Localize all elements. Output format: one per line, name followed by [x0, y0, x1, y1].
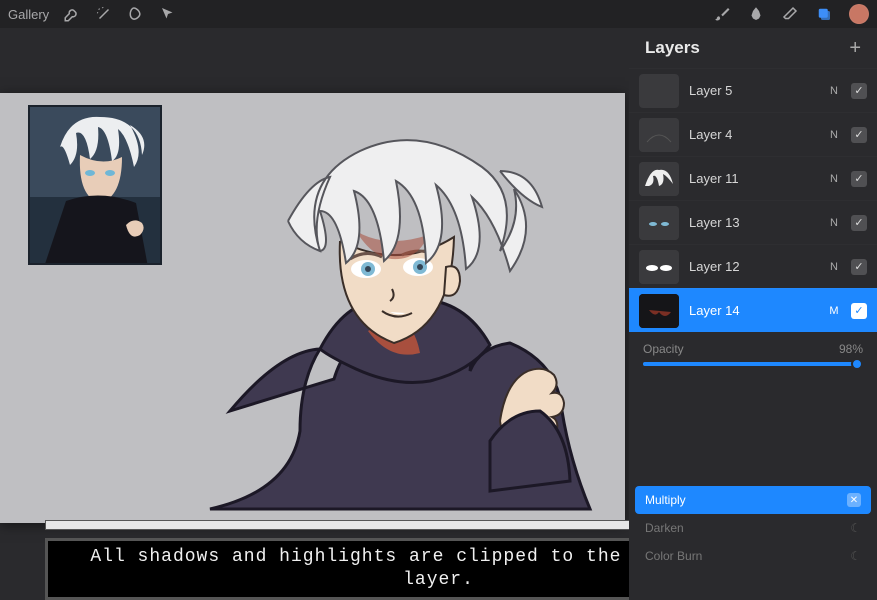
- canvas[interactable]: [0, 93, 625, 523]
- layer-name: Layer 11: [689, 171, 817, 186]
- layer-name: Layer 4: [689, 127, 817, 142]
- blend-mode-option[interactable]: Color Burn ☾: [635, 542, 871, 570]
- layer-row[interactable]: Layer 11 N ✓: [629, 156, 877, 200]
- color-swatch[interactable]: [849, 4, 869, 24]
- layer-row[interactable]: Layer 13 N ✓: [629, 200, 877, 244]
- brush-icon[interactable]: [713, 5, 731, 23]
- blend-mode-picker[interactable]: Multiply ✕ Darken ☾ Color Burn ☾: [635, 486, 871, 570]
- layer-blend-indicator[interactable]: N: [827, 85, 841, 97]
- opacity-control[interactable]: Opacity 98%: [629, 332, 877, 376]
- layer-row-selected[interactable]: Layer 14 M ✓: [629, 288, 877, 332]
- artwork: [170, 111, 610, 511]
- layer-blend-indicator[interactable]: N: [827, 173, 841, 185]
- gallery-button[interactable]: Gallery: [8, 7, 49, 22]
- layer-thumb: [639, 250, 679, 284]
- blend-mode-label: Darken: [645, 521, 684, 535]
- opacity-value: 98%: [839, 342, 863, 356]
- close-icon[interactable]: ✕: [847, 493, 861, 507]
- layers-panel: Layers + Layer 5 N ✓ Layer 4 N ✓ Layer 1…: [629, 28, 877, 600]
- layer-visibility-checkbox[interactable]: ✓: [851, 259, 867, 275]
- moon-icon: ☾: [850, 521, 861, 535]
- opacity-label: Opacity: [643, 342, 684, 356]
- layer-row[interactable]: Layer 5 N ✓: [629, 68, 877, 112]
- layer-thumb: [639, 118, 679, 152]
- blend-mode-option[interactable]: Darken ☾: [635, 514, 871, 542]
- layer-thumb: [639, 162, 679, 196]
- layer-visibility-checkbox[interactable]: ✓: [851, 303, 867, 319]
- layer-visibility-checkbox[interactable]: ✓: [851, 215, 867, 231]
- wand-icon[interactable]: [95, 5, 113, 23]
- add-layer-button[interactable]: +: [849, 37, 861, 60]
- blend-mode-label: Color Burn: [645, 549, 702, 563]
- layer-blend-indicator[interactable]: M: [827, 305, 841, 317]
- layer-visibility-checkbox[interactable]: ✓: [851, 127, 867, 143]
- moon-icon: ☾: [850, 549, 861, 563]
- layer-thumb: [639, 294, 679, 328]
- blend-mode-option-selected[interactable]: Multiply ✕: [635, 486, 871, 514]
- layer-blend-indicator[interactable]: N: [827, 217, 841, 229]
- layer-visibility-checkbox[interactable]: ✓: [851, 171, 867, 187]
- wrench-icon[interactable]: [63, 5, 81, 23]
- layer-row[interactable]: Layer 4 N ✓: [629, 112, 877, 156]
- layer-row[interactable]: Layer 12 N ✓: [629, 244, 877, 288]
- layer-name: Layer 14: [689, 303, 817, 318]
- opacity-slider-knob[interactable]: [851, 358, 863, 370]
- layers-panel-title: Layers: [645, 38, 700, 58]
- eraser-icon[interactable]: [781, 5, 799, 23]
- selection-icon[interactable]: [127, 5, 145, 23]
- layer-thumb: [639, 206, 679, 240]
- layers-icon[interactable]: [815, 5, 833, 23]
- layer-name: Layer 12: [689, 259, 817, 274]
- layer-blend-indicator[interactable]: N: [827, 129, 841, 141]
- top-toolbar: Gallery: [0, 0, 877, 28]
- layer-name: Layer 5: [689, 83, 817, 98]
- layer-visibility-checkbox[interactable]: ✓: [851, 83, 867, 99]
- opacity-slider[interactable]: [643, 362, 863, 366]
- layer-blend-indicator[interactable]: N: [827, 261, 841, 273]
- reference-image[interactable]: [28, 105, 162, 265]
- cursor-icon[interactable]: [159, 5, 177, 23]
- layer-thumb: [639, 74, 679, 108]
- layer-name: Layer 13: [689, 215, 817, 230]
- smudge-icon[interactable]: [747, 5, 765, 23]
- blend-mode-label: Multiply: [645, 493, 686, 507]
